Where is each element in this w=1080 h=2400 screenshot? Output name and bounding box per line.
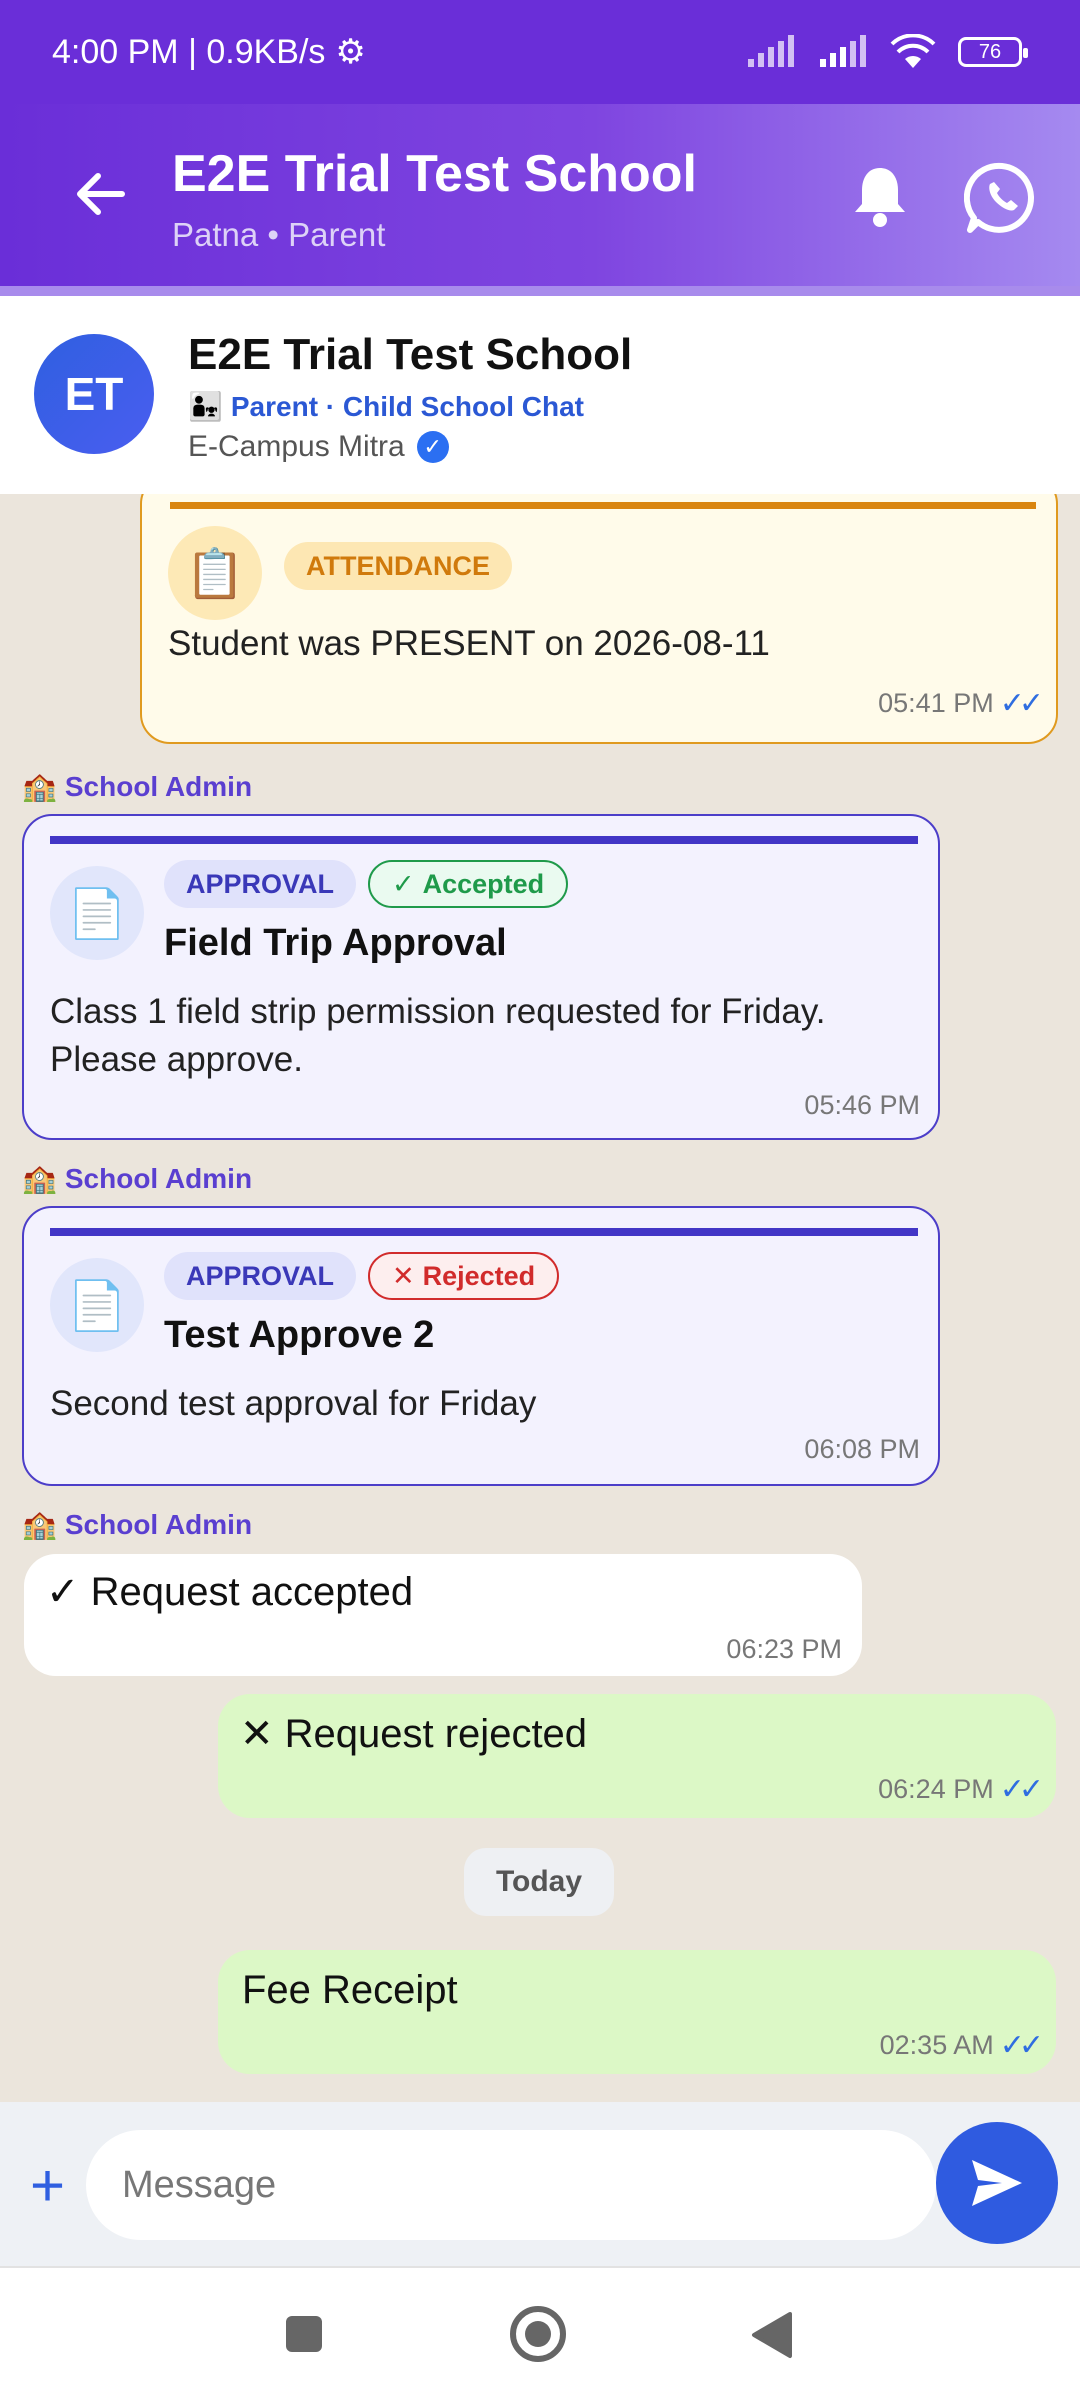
app-bar: E2E Trial Test School Patna • Parent: [0, 104, 1080, 290]
approval-card-1[interactable]: 📄 APPROVAL ✓ Accepted Field Trip Approva…: [22, 814, 940, 1140]
accepted-badge: ✓ Accepted: [368, 860, 569, 908]
approval-card-2[interactable]: 📄 APPROVAL ✕ Rejected Test Approve 2 Sec…: [22, 1206, 940, 1486]
outgoing-message[interactable]: ✕ Request rejected 06:24 PM ✓✓: [218, 1694, 1056, 1818]
chat-subtitle: Parent · Child School Chat: [230, 390, 585, 422]
battery-icon: 76: [958, 37, 1028, 67]
back-triangle-icon[interactable]: [750, 2310, 794, 2360]
approval-text: Second test approval for Friday: [50, 1384, 537, 1423]
signal-icon-2: [820, 35, 866, 67]
read-ticks-icon: ✓✓: [999, 687, 1044, 720]
avatar[interactable]: ET: [34, 334, 154, 454]
attendance-time: 05:41 PM: [878, 688, 994, 718]
outgoing-message[interactable]: Fee Receipt 02:35 AM ✓✓: [218, 1950, 1056, 2074]
settings-gear-icon: ⚙: [335, 33, 366, 71]
outgoing-text: Fee Receipt: [242, 1968, 458, 2012]
attendance-tag: ATTENDANCE: [284, 542, 512, 590]
chat-header: ET E2E Trial Test School 👨‍👧 Parent · Ch…: [0, 296, 1080, 494]
chat-title: E2E Trial Test School: [188, 330, 633, 379]
x-mark-icon: ✕: [240, 1712, 274, 1756]
sender-label: 🏫 School Admin: [22, 1162, 252, 1195]
sender-name: School Admin: [64, 1508, 253, 1540]
outgoing-text: Request rejected: [284, 1712, 588, 1756]
message-composer: +: [0, 2102, 1080, 2266]
send-button[interactable]: [936, 2122, 1058, 2244]
approval-title: Field Trip Approval: [164, 922, 507, 964]
outgoing-time: 06:24 PM: [878, 1774, 994, 1804]
system-nav-bar: [0, 2266, 1080, 2400]
chat-subtitle-row: 👨‍👧 Parent · Child School Chat: [188, 390, 584, 423]
bell-icon[interactable]: [850, 164, 910, 228]
verified-row: E-Campus Mitra ✓: [188, 430, 449, 464]
school-icon: 🏫: [22, 771, 57, 802]
rejected-badge: ✕ Rejected: [368, 1252, 560, 1300]
clipboard-icon: 📋: [168, 526, 262, 620]
incoming-text: Request accepted: [90, 1570, 414, 1614]
verified-check-icon: ✓: [416, 431, 449, 463]
status-right: 76: [746, 34, 1028, 70]
family-icon: 👨‍👧: [188, 391, 223, 422]
checkmark-icon: ✓: [46, 1570, 80, 1614]
battery-level: 76: [978, 40, 1002, 63]
read-ticks-icon: ✓✓: [999, 2029, 1044, 2062]
approval-text-line2: Please approve.: [50, 1040, 303, 1079]
document-icon: 📄: [50, 1258, 144, 1352]
status-bar: 4:00 PM | 0.9KB/s ⚙ 76: [0, 0, 1080, 104]
attendance-text: Student was PRESENT on 2026-08-11: [168, 624, 770, 663]
rejected-label: Rejected: [422, 1260, 536, 1291]
app-bar-divider: [0, 286, 1080, 296]
app-subtitle: Patna • Parent: [172, 216, 386, 253]
attendance-time-row: 05:41 PM ✓✓: [878, 686, 1044, 721]
outgoing-time-row: 02:35 AM ✓✓: [879, 2028, 1044, 2063]
avatar-initials: ET: [64, 368, 124, 420]
document-icon: 📄: [50, 866, 144, 960]
approval-tag: APPROVAL: [164, 1252, 357, 1300]
date-divider: Today: [464, 1848, 614, 1916]
school-icon: 🏫: [22, 1509, 57, 1540]
home-circle-icon[interactable]: [508, 2304, 568, 2364]
status-left: 4:00 PM | 0.9KB/s ⚙: [52, 32, 366, 72]
incoming-text-row: ✓ Request accepted: [46, 1568, 413, 1616]
outgoing-text-row: ✕ Request rejected: [240, 1710, 587, 1758]
sender-label: 🏫 School Admin: [22, 1508, 252, 1541]
back-arrow-icon[interactable]: [70, 164, 130, 224]
accepted-label: Accepted: [422, 868, 545, 899]
outgoing-time-row: 06:24 PM ✓✓: [878, 1772, 1044, 1807]
signal-icon: [748, 35, 794, 67]
wifi-icon: [890, 34, 936, 68]
school-icon: 🏫: [22, 1163, 57, 1194]
approval-title: Test Approve 2: [164, 1314, 435, 1356]
incoming-message[interactable]: ✓ Request accepted 06:23 PM: [24, 1554, 862, 1676]
whatsapp-icon[interactable]: [964, 160, 1040, 236]
check-icon: ✓: [392, 868, 415, 899]
status-time-speed: 4:00 PM | 0.9KB/s: [52, 32, 326, 71]
approval-text-line1: Class 1 field strip permission requested…: [50, 992, 826, 1031]
chat-messages[interactable]: 📋 ATTENDANCE Student was PRESENT on 2026…: [0, 494, 1080, 2102]
x-icon: ✕: [392, 1260, 415, 1291]
attendance-card[interactable]: 📋 ATTENDANCE Student was PRESENT on 2026…: [140, 494, 1058, 744]
incoming-time: 06:23 PM: [726, 1634, 842, 1664]
attendance-accent-bar: [170, 502, 1036, 509]
attach-plus-icon[interactable]: +: [30, 2156, 65, 2216]
approval-time: 05:46 PM: [804, 1090, 920, 1120]
outgoing-time: 02:35 AM: [879, 2030, 994, 2060]
read-ticks-icon: ✓✓: [999, 1773, 1044, 1806]
recents-square-icon[interactable]: [284, 2314, 324, 2354]
app-title: E2E Trial Test School: [172, 145, 697, 203]
sender-label: 🏫 School Admin: [22, 770, 252, 803]
approval-tag: APPROVAL: [164, 860, 357, 908]
send-icon: [972, 2160, 1022, 2206]
approval-time: 06:08 PM: [804, 1434, 920, 1464]
sender-name: School Admin: [64, 770, 253, 802]
verified-name: E-Campus Mitra: [188, 430, 405, 463]
approval-accent-bar: [50, 1228, 918, 1236]
sender-name: School Admin: [64, 1162, 253, 1194]
approval-accent-bar: [50, 836, 918, 844]
message-input[interactable]: [86, 2130, 936, 2240]
